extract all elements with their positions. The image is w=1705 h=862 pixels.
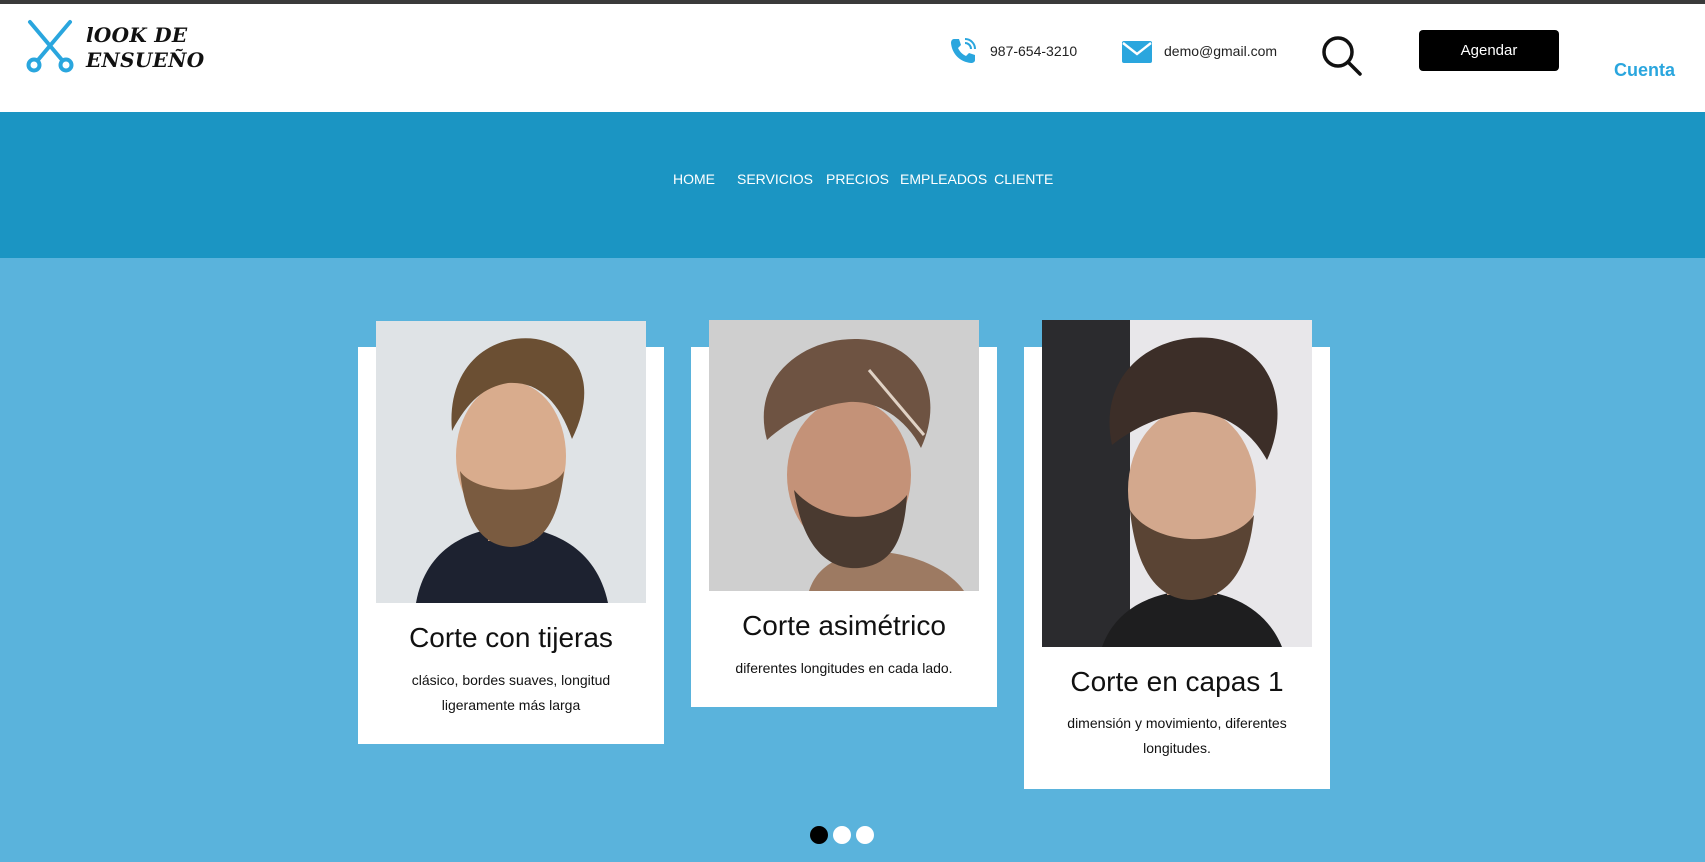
- service-card-layered-cut[interactable]: Corte en capas 1 dimensión y movimiento,…: [1024, 320, 1330, 789]
- main-nav: HOME SERVICIOS PRECIOS EMPLEADOS CLIENTE: [0, 112, 1705, 258]
- carousel-dot-2[interactable]: [833, 826, 851, 844]
- service-description: clásico, bordes suaves, longitud ligeram…: [411, 672, 611, 713]
- email-address: demo@gmail.com: [1164, 43, 1278, 59]
- service-card-asymmetric-cut[interactable]: Corte asimétrico diferentes longitudes e…: [691, 320, 997, 707]
- nav-item-home[interactable]: HOME: [673, 171, 715, 187]
- nav-item-precios[interactable]: PRECIOS: [826, 171, 889, 187]
- site-header: lOOK DE ENSUEÑO 987-654-3210 demo@gmail.…: [0, 4, 1705, 112]
- brand-line-2: ENSUEÑO: [86, 48, 205, 72]
- phone-contact[interactable]: 987-654-3210: [946, 34, 1077, 68]
- service-description: diferentes longitudes en cada lado.: [735, 660, 953, 676]
- service-photo: [376, 321, 646, 603]
- carousel-dot-3[interactable]: [856, 826, 874, 844]
- service-description: dimensión y movimiento, diferentes longi…: [1067, 715, 1287, 756]
- service-photo: [1042, 320, 1312, 647]
- carousel-pagination: [810, 826, 879, 844]
- account-link[interactable]: Cuenta: [1614, 60, 1675, 81]
- nav-item-cliente[interactable]: CLIENTE: [994, 171, 1053, 187]
- scissors-icon: [22, 18, 78, 79]
- carousel-dot-1[interactable]: [810, 826, 828, 844]
- service-title: Corte en capas 1: [1070, 666, 1284, 697]
- phone-number: 987-654-3210: [990, 43, 1078, 59]
- service-title: Corte con tijeras: [409, 622, 613, 653]
- brand-name: lOOK DE ENSUEÑO: [86, 23, 204, 73]
- nav-list: HOME SERVICIOS PRECIOS EMPLEADOS CLIENTE: [673, 171, 1053, 187]
- phone-icon: [946, 34, 980, 68]
- brand-line-1: lOOK DE: [86, 23, 188, 47]
- agendar-button[interactable]: Agendar: [1419, 30, 1559, 71]
- nav-item-empleados[interactable]: EMPLEADOS: [900, 171, 987, 187]
- envelope-icon: [1120, 34, 1154, 68]
- nav-item-servicios[interactable]: SERVICIOS: [737, 171, 813, 187]
- email-contact[interactable]: demo@gmail.com: [1120, 34, 1277, 68]
- service-card-scissors-cut[interactable]: Corte con tijeras clásico, bordes suaves…: [358, 321, 664, 744]
- service-title: Corte asimétrico: [742, 610, 946, 641]
- search-button[interactable]: [1320, 34, 1364, 78]
- search-icon: [1320, 36, 1364, 82]
- logo[interactable]: lOOK DE ENSUEÑO: [22, 18, 204, 79]
- service-photo: [709, 320, 979, 591]
